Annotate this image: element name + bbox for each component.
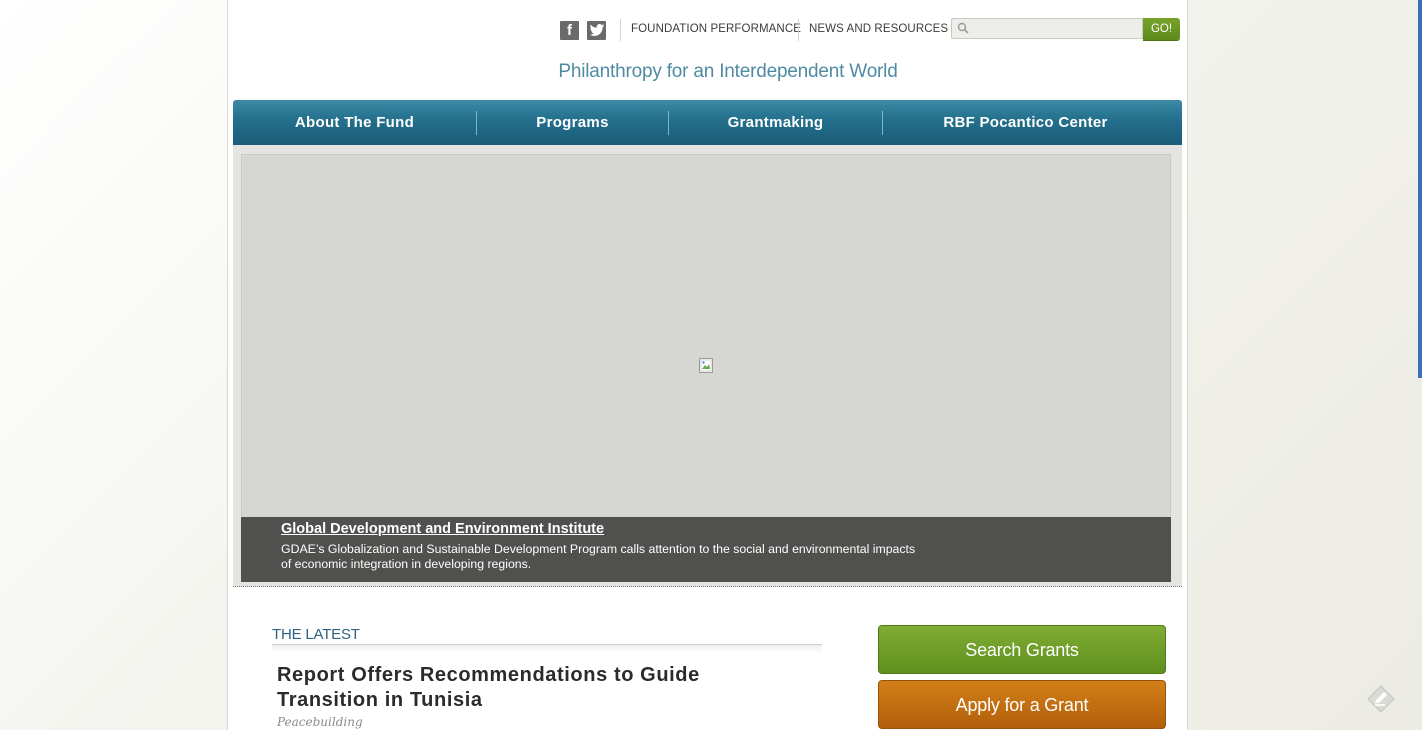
search-input[interactable]	[972, 20, 1137, 37]
main-navigation: About The Fund Programs Grantmaking RBF …	[233, 100, 1182, 145]
hero-caption-text: GDAE’s Globalization and Sustainable Dev…	[281, 542, 916, 571]
apply-for-grant-button[interactable]: Apply for a Grant	[878, 680, 1166, 729]
hero-caption: Global Development and Environment Insti…	[241, 517, 1171, 582]
site-tagline: Philanthropy for an Interdependent World	[558, 61, 898, 82]
search-icon	[957, 22, 969, 34]
twitter-bird-glyph	[589, 24, 604, 36]
scrollbar-thumb[interactable]	[1418, 0, 1422, 378]
page-container: f FOUNDATION PERFORMANCE NEWS AND RESOUR…	[227, 0, 1188, 730]
search-field[interactable]	[951, 18, 1143, 39]
foundation-performance-link[interactable]: FOUNDATION PERFORMANCE	[631, 23, 801, 35]
nav-about-the-fund[interactable]: About The Fund	[233, 100, 476, 145]
search-go-button[interactable]: GO!	[1143, 18, 1180, 40]
nav-programs[interactable]: Programs	[477, 100, 668, 145]
section-divider	[272, 644, 822, 653]
news-and-resources-link[interactable]: NEWS AND RESOURCES	[809, 23, 948, 35]
latest-story-title-link[interactable]: Report Offers Recommendations to Guide T…	[277, 663, 777, 713]
nav-grantmaking[interactable]: Grantmaking	[669, 100, 882, 145]
utility-divider	[620, 19, 621, 41]
search-grants-button[interactable]: Search Grants	[878, 625, 1166, 674]
latest-story-category: Peacebuilding	[277, 715, 363, 729]
the-latest-heading: THE LATEST	[272, 626, 360, 643]
hero-slideshow: Global Development and Environment Insti…	[233, 145, 1182, 587]
utility-divider	[798, 19, 799, 41]
hero-caption-title-link[interactable]: Global Development and Environment Insti…	[281, 521, 604, 537]
nav-rbf-pocantico-center[interactable]: RBF Pocantico Center	[883, 100, 1168, 145]
broken-image-icon	[699, 358, 713, 373]
facebook-icon[interactable]: f	[560, 21, 579, 40]
feedback-pencil-icon[interactable]	[1366, 684, 1396, 714]
twitter-icon[interactable]	[587, 21, 606, 40]
